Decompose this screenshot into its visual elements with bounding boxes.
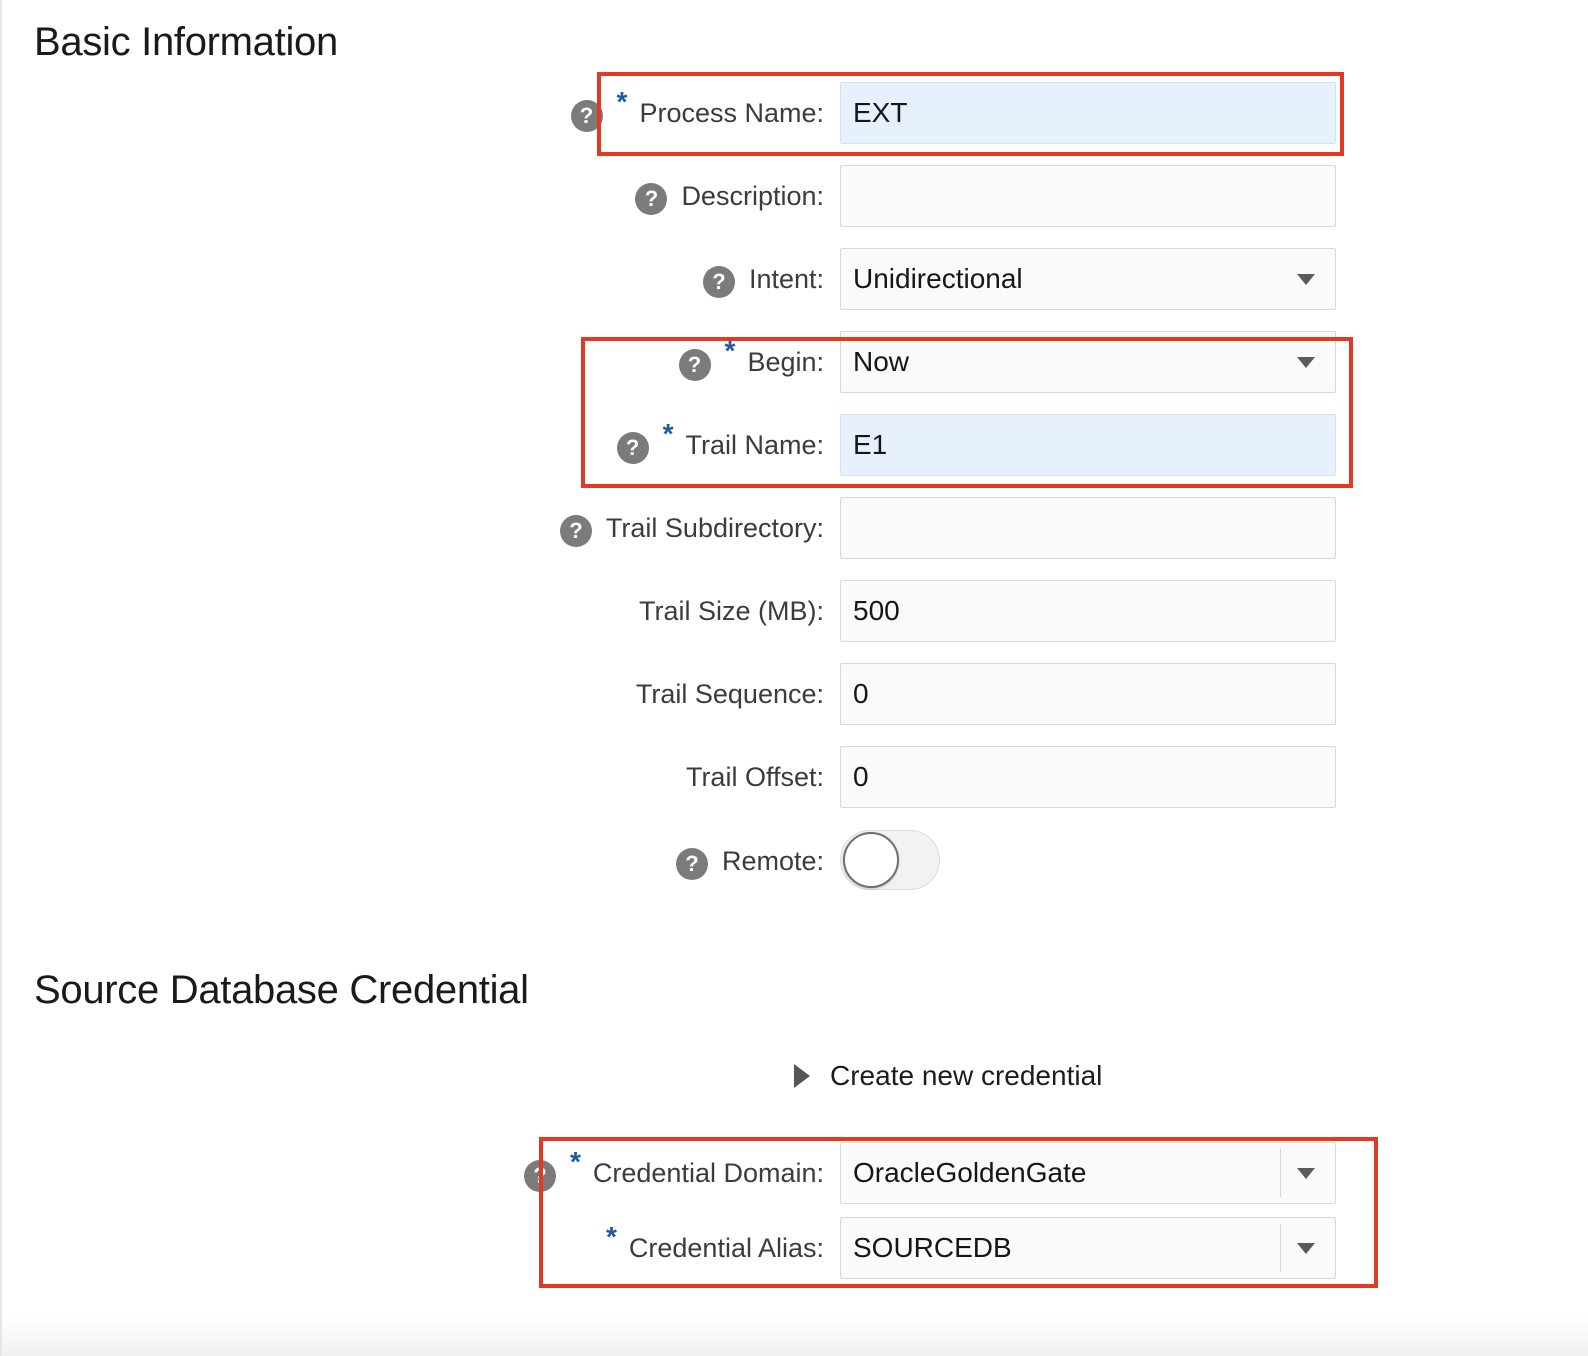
bottom-bar [2, 1316, 1588, 1356]
trail-sequence-label: Trail Sequence: [635, 678, 824, 709]
help-icon[interactable]: ? [559, 515, 592, 547]
credential-alias-row: * Credential Alias: SOURCEDB [2, 1217, 1588, 1279]
basic-information-heading: Basic Information [34, 20, 338, 64]
begin-label: Begin: [747, 346, 824, 377]
process-name-label: Process Name: [639, 97, 824, 128]
required-indicator: * [616, 86, 628, 117]
help-icon[interactable]: ? [616, 432, 649, 464]
trail-sequence-row: Trail Sequence: 0 [2, 663, 1588, 725]
trail-offset-input[interactable]: 0 [840, 746, 1336, 808]
help-icon[interactable]: ? [678, 349, 711, 381]
trail-offset-row: Trail Offset: 0 [2, 746, 1588, 808]
begin-row: ? * Begin: Now [2, 331, 1588, 393]
triangle-right-icon [794, 1064, 810, 1088]
trail-subdirectory-label: Trail Subdirectory: [605, 512, 824, 543]
credential-domain-label: Credential Domain: [592, 1157, 824, 1188]
chevron-down-icon[interactable] [1297, 356, 1315, 368]
description-row: ? Description: [2, 165, 1588, 227]
trail-size-input[interactable]: 500 [840, 580, 1336, 642]
credential-domain-row: ? * Credential Domain: OracleGoldenGate [2, 1142, 1588, 1204]
description-label: Description: [681, 180, 824, 211]
help-icon[interactable]: ? [570, 100, 603, 132]
begin-select[interactable]: Now [840, 331, 1336, 393]
remote-row: ? Remote: [2, 830, 1588, 892]
required-indicator: * [724, 335, 736, 366]
required-indicator: * [605, 1221, 617, 1252]
chevron-down-icon[interactable] [1297, 1242, 1315, 1254]
credential-alias-label: Credential Alias: [628, 1232, 824, 1263]
extract-form-page: Basic Information ? * Process Name: EXT … [0, 0, 1588, 1356]
help-icon[interactable]: ? [635, 183, 668, 215]
required-indicator: * [662, 418, 674, 449]
help-icon[interactable]: ? [702, 266, 735, 298]
process-name-input[interactable]: EXT [840, 82, 1336, 144]
credential-alias-combobox[interactable]: SOURCEDB [840, 1217, 1336, 1279]
trail-name-label: Trail Name: [685, 429, 824, 460]
trail-size-label: Trail Size (MB): [638, 595, 824, 626]
trail-offset-label: Trail Offset: [685, 761, 824, 792]
description-input[interactable] [840, 165, 1336, 227]
trail-subdirectory-input[interactable] [840, 497, 1336, 559]
remote-label: Remote: [721, 845, 824, 876]
trail-name-input[interactable]: E1 [840, 414, 1336, 476]
create-new-credential-toggle[interactable]: Create new credential [794, 1060, 1102, 1092]
help-icon[interactable]: ? [523, 1160, 556, 1192]
trail-sequence-input[interactable]: 0 [840, 663, 1336, 725]
trail-size-row: Trail Size (MB): 500 [2, 580, 1588, 642]
credential-domain-combobox[interactable]: OracleGoldenGate [840, 1142, 1336, 1204]
intent-label: Intent: [748, 263, 824, 294]
combobox-divider [1280, 1149, 1281, 1197]
help-icon[interactable]: ? [675, 848, 708, 880]
source-database-credential-heading: Source Database Credential [34, 968, 529, 1012]
trail-subdirectory-row: ? Trail Subdirectory: [2, 497, 1588, 559]
chevron-down-icon[interactable] [1297, 273, 1315, 285]
combobox-divider [1280, 1224, 1281, 1272]
create-new-credential-label: Create new credential [830, 1060, 1103, 1091]
remote-toggle[interactable] [840, 830, 940, 890]
trail-name-row: ? * Trail Name: E1 [2, 414, 1588, 476]
required-indicator: * [569, 1146, 581, 1177]
toggle-knob [843, 832, 899, 888]
process-name-row: ? * Process Name: EXT [2, 82, 1588, 144]
intent-row: ? Intent: Unidirectional [2, 248, 1588, 310]
intent-select[interactable]: Unidirectional [840, 248, 1336, 310]
chevron-down-icon[interactable] [1297, 1167, 1315, 1179]
